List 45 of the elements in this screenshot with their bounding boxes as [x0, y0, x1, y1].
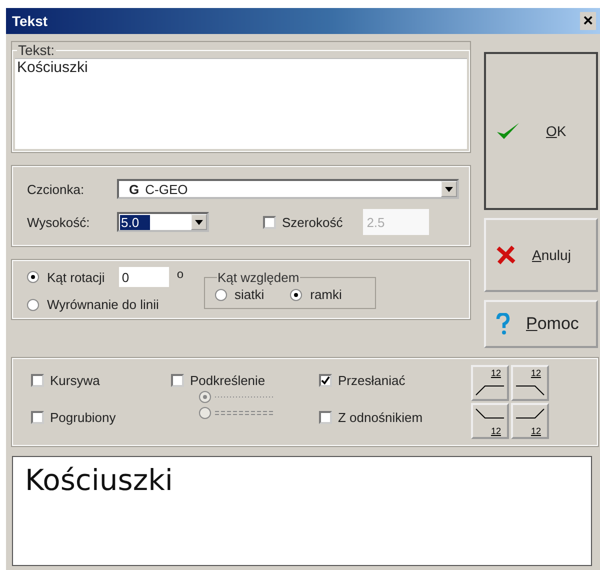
checkbox-label: Kursywa	[50, 373, 100, 388]
checkbox-label: Pogrubiony	[50, 410, 116, 425]
dotted-line-icon	[215, 394, 275, 400]
label-placement-button[interactable]: 12	[511, 365, 549, 401]
font-dropdown[interactable]: G C-GEO	[117, 179, 459, 199]
preview-text: Kościuszki	[25, 463, 173, 497]
checkbox-label: Z odnośnikiem	[338, 410, 423, 425]
degree-label: o	[176, 267, 184, 281]
dropdown-arrow-icon	[195, 220, 203, 224]
label-placement-button[interactable]: 12	[511, 403, 549, 439]
label-placement-button[interactable]: 12	[471, 365, 509, 401]
height-label: Wysokość:	[27, 214, 91, 230]
text-area[interactable]: Kościuszki	[15, 58, 467, 149]
radio-button[interactable]	[27, 271, 39, 283]
width-label: Szerokość	[282, 214, 343, 230]
checkbox[interactable]	[31, 411, 44, 424]
dropdown-arrow-icon	[445, 186, 453, 192]
help-button[interactable]: Pomoc	[484, 300, 598, 348]
check-icon	[496, 121, 520, 141]
height-dropdown[interactable]: 5.0	[117, 212, 209, 232]
radio-label: Kąt rotacji	[47, 270, 105, 284]
checkbox-label: Przesłaniać	[338, 373, 406, 388]
checkbox-label: Podkreślenie	[190, 373, 266, 388]
radio-button[interactable]	[290, 288, 302, 300]
radio-button[interactable]	[214, 288, 226, 300]
radio-label: Wyrównanie do linii	[47, 297, 159, 312]
label-placement-button[interactable]: 12	[471, 403, 509, 439]
window-title: Tekst	[12, 13, 48, 29]
radio-label: ramki	[310, 287, 342, 302]
group-label: Tekst:	[17, 42, 56, 58]
cancel-button[interactable]: Anuluj	[484, 218, 598, 292]
radio-button[interactable]	[27, 298, 39, 310]
checkbox[interactable]	[319, 374, 332, 387]
angle-field[interactable]: 0	[118, 267, 169, 287]
dashed-line-icon	[215, 410, 275, 416]
help-icon	[496, 313, 510, 335]
checkbox[interactable]	[171, 374, 184, 387]
checkbox[interactable]	[31, 374, 44, 387]
font-label: Czcionka:	[27, 182, 86, 196]
ok-button[interactable]: OK	[484, 52, 598, 210]
group-label: Kąt względem	[216, 270, 300, 285]
close-button[interactable]: ×	[580, 12, 596, 30]
cross-icon	[496, 245, 516, 265]
checkbox[interactable]	[319, 411, 332, 424]
radio-label: siatki	[234, 287, 264, 302]
